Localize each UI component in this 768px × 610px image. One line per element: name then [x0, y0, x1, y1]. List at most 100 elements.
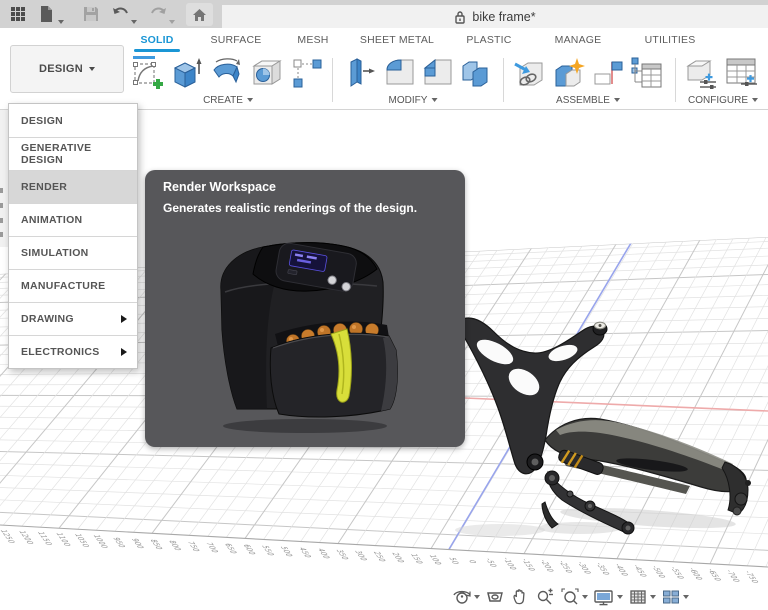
- svg-text:1000: 1000: [91, 535, 111, 549]
- svg-text:450: 450: [297, 548, 314, 558]
- svg-text:-100: -100: [501, 558, 520, 570]
- document-title: bike frame*: [472, 9, 536, 24]
- tab-sheet-metal[interactable]: SHEET METAL: [352, 28, 442, 52]
- document-tab[interactable]: bike frame*: [222, 5, 768, 28]
- save-icon[interactable]: [83, 4, 99, 24]
- orbit-icon[interactable]: [452, 587, 480, 607]
- modify-group-label[interactable]: MODIFY: [389, 93, 438, 107]
- svg-text:-500: -500: [650, 566, 669, 578]
- menu-item-animation[interactable]: ANIMATION: [9, 203, 137, 236]
- menu-item-design[interactable]: DESIGN: [9, 104, 137, 137]
- svg-text:-350: -350: [594, 563, 613, 575]
- tab-plastic[interactable]: PLASTIC: [459, 28, 519, 52]
- navigation-bar: [0, 585, 768, 610]
- submenu-arrow-icon: [121, 348, 127, 356]
- create-group-label[interactable]: CREATE: [203, 93, 253, 107]
- submenu-arrow-icon: [121, 315, 127, 323]
- tab-manage[interactable]: MANAGE: [548, 28, 608, 52]
- joint-icon[interactable]: [592, 56, 626, 90]
- rectangular-pattern-icon[interactable]: [290, 56, 324, 90]
- svg-text:1050: 1050: [72, 534, 92, 548]
- home-button[interactable]: [186, 3, 213, 26]
- svg-text:-650: -650: [705, 569, 724, 581]
- viewports-icon[interactable]: [661, 587, 689, 607]
- press-pull-icon[interactable]: [343, 56, 377, 90]
- svg-text:550: 550: [260, 545, 277, 555]
- combine-icon[interactable]: [459, 56, 493, 90]
- tab-mesh[interactable]: MESH: [285, 28, 341, 52]
- svg-text:150: 150: [408, 554, 425, 564]
- caret-down-icon: [88, 67, 95, 71]
- caret-down-icon: [613, 98, 620, 102]
- workspace-switcher-button[interactable]: DESIGN: [10, 45, 124, 93]
- grid-and-snaps-icon[interactable]: [628, 587, 656, 607]
- create-sketch-icon[interactable]: [130, 56, 164, 90]
- insert-derive-icon[interactable]: [512, 56, 546, 90]
- revolve-icon[interactable]: [210, 56, 244, 90]
- workspace-button-label: DESIGN: [39, 63, 83, 75]
- menu-item-generative-design[interactable]: GENERATIVE DESIGN: [9, 137, 137, 170]
- configuration-table-icon[interactable]: [724, 56, 758, 90]
- undo-icon[interactable]: [111, 4, 129, 24]
- fillet-icon[interactable]: [383, 56, 417, 90]
- file-icon[interactable]: [39, 4, 54, 24]
- workspace-menu: DESIGN GENERATIVE DESIGN RENDER ANIMATIO…: [8, 103, 138, 369]
- svg-text:0: 0: [467, 560, 479, 564]
- svg-text:-50: -50: [483, 558, 499, 567]
- look-at-icon[interactable]: [485, 587, 505, 607]
- render-workspace-tooltip: Render Workspace Generates realistic ren…: [145, 170, 465, 447]
- tooltip-description: Generates realistic renderings of the de…: [163, 201, 418, 215]
- group-divider: [503, 58, 504, 102]
- group-divider: [675, 58, 676, 102]
- svg-text:750: 750: [185, 541, 202, 551]
- configure-icon[interactable]: [684, 56, 718, 90]
- svg-text:-300: -300: [575, 562, 594, 574]
- menu-item-electronics[interactable]: ELECTRONICS: [9, 335, 137, 368]
- svg-text:-200: -200: [538, 560, 557, 572]
- bom-table-icon[interactable]: [630, 56, 664, 90]
- caret-down-icon: [650, 595, 656, 599]
- svg-text:1100: 1100: [54, 533, 74, 547]
- home-icon: [193, 8, 206, 21]
- display-settings-icon[interactable]: [593, 587, 623, 607]
- air-fryer-render-image: [220, 242, 398, 433]
- menu-item-simulation[interactable]: SIMULATION: [9, 236, 137, 269]
- svg-text:-750: -750: [743, 571, 762, 583]
- svg-text:500: 500: [278, 546, 295, 556]
- svg-text:850: 850: [148, 539, 165, 549]
- tab-utilities[interactable]: UTILITIES: [638, 28, 702, 52]
- svg-text:250: 250: [371, 552, 388, 562]
- svg-text:-400: -400: [612, 564, 631, 576]
- svg-text:1200: 1200: [17, 531, 37, 545]
- svg-text:-150: -150: [519, 559, 538, 571]
- svg-text:-550: -550: [668, 567, 687, 579]
- svg-text:700: 700: [204, 542, 221, 552]
- svg-text:950: 950: [111, 537, 128, 547]
- caret-down-icon: [431, 98, 438, 102]
- fit-icon[interactable]: [560, 587, 588, 607]
- pan-icon[interactable]: [510, 587, 530, 607]
- menu-item-render[interactable]: RENDER: [9, 170, 137, 203]
- caret-down-icon: [474, 595, 480, 599]
- svg-text:200: 200: [390, 553, 407, 563]
- caret-down-icon: [752, 98, 758, 102]
- new-component-icon[interactable]: [552, 56, 586, 90]
- extrude-icon[interactable]: [170, 56, 204, 90]
- hole-icon[interactable]: [250, 56, 284, 90]
- menu-item-drawing[interactable]: DRAWING: [9, 302, 137, 335]
- svg-text:900: 900: [129, 538, 146, 548]
- svg-text:600: 600: [241, 544, 258, 554]
- svg-text:350: 350: [334, 550, 351, 560]
- app-grid-menu-icon[interactable]: [10, 4, 26, 24]
- tab-surface[interactable]: SURFACE: [203, 28, 269, 52]
- zoom-icon[interactable]: [535, 587, 555, 607]
- menu-item-manufacture[interactable]: MANUFACTURE: [9, 269, 137, 302]
- group-divider: [332, 58, 333, 102]
- assemble-group-label[interactable]: ASSEMBLE: [556, 93, 620, 107]
- svg-text:-250: -250: [557, 561, 576, 573]
- redo-icon[interactable]: [150, 4, 168, 24]
- svg-text:800: 800: [167, 540, 184, 550]
- svg-text:650: 650: [222, 543, 239, 553]
- chamfer-icon[interactable]: [421, 56, 455, 90]
- configure-group-label[interactable]: CONFIGURE: [688, 93, 758, 107]
